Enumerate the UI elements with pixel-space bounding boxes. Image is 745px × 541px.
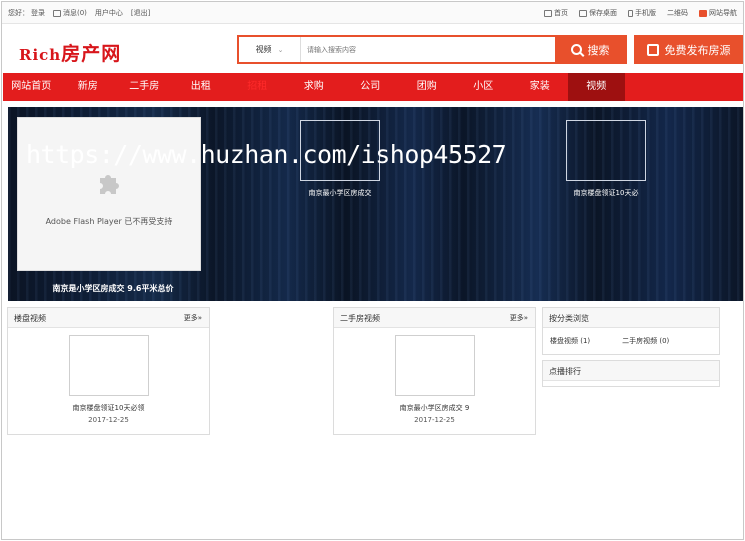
mail-icon: [53, 9, 61, 17]
monitor-icon: [579, 9, 587, 17]
menu-icon: [699, 9, 707, 17]
banner-thumb-caption-1[interactable]: 南京最小学区房成交: [290, 188, 390, 198]
greeting-text: 您好： 登录: [8, 8, 45, 18]
login-link[interactable]: 登录: [31, 8, 45, 18]
nav-item-community[interactable]: 小区: [455, 73, 512, 101]
edit-icon: [646, 43, 659, 56]
more-link[interactable]: 更多»: [184, 313, 202, 323]
panel-title: 二手房视频: [340, 314, 380, 323]
video-date: 2017-12-25: [414, 416, 455, 424]
mobile-link[interactable]: 手机版: [628, 8, 656, 18]
home-icon: [544, 9, 552, 17]
site-nav-label: 网站导航: [709, 9, 737, 17]
estate-video-panel: 楼盘视频 更多» 南京楼盘领证10天必领 2017-12-25: [7, 307, 210, 435]
search-input[interactable]: [301, 37, 555, 62]
user-center-link[interactable]: 用户中心: [95, 8, 123, 18]
nav-item-lease[interactable]: 招租: [229, 73, 286, 101]
site-logo[interactable]: Rich房产网: [19, 39, 121, 66]
save-desktop-link[interactable]: 保存桌面: [579, 8, 617, 18]
save-desktop-label: 保存桌面: [589, 9, 617, 17]
video-banner: Adobe Flash Player 已不再受支持 南京是小学区房成交 9.6平…: [8, 107, 743, 301]
video-thumbnail[interactable]: [395, 335, 475, 396]
publish-button-label: 免费发布房源: [664, 43, 731, 57]
site-nav-link[interactable]: 网站导航: [699, 8, 737, 18]
search-category-value: 视频: [255, 45, 272, 54]
publish-button[interactable]: 免费发布房源: [634, 35, 743, 64]
category-list: 楼盘视频 (1) 二手房视频 (0): [550, 336, 669, 346]
more-link[interactable]: 更多»: [510, 313, 528, 323]
video-title[interactable]: 南京最小学区房成交 9: [334, 403, 535, 413]
category-estate-video[interactable]: 楼盘视频 (1): [550, 336, 590, 346]
panel-title: 楼盘视频: [14, 314, 46, 323]
phone-icon: [628, 9, 633, 17]
search-category-select[interactable]: 视频 ⌄: [239, 37, 301, 62]
secondhand-video-panel: 二手房视频 更多» 南京最小学区房成交 9 2017-12-25: [333, 307, 536, 435]
search-bar: 视频 ⌄ 搜索: [237, 35, 627, 64]
category-browse-panel: 按分类浏览 楼盘视频 (1) 二手房视频 (0): [542, 307, 720, 355]
nav-item-rent[interactable]: 出租: [173, 73, 230, 101]
video-date: 2017-12-25: [88, 416, 129, 424]
top-bar: 您好： 登录 消息(0) 用户中心 [退出] 首页 保存桌面 手机版 二维码 网站…: [2, 2, 743, 24]
logo-text: 房产网: [61, 43, 122, 65]
messages-link[interactable]: 消息(0): [53, 8, 87, 18]
video-thumbnail[interactable]: [69, 335, 149, 396]
logout-link[interactable]: [退出]: [131, 8, 150, 18]
home-link[interactable]: 首页: [544, 8, 568, 18]
banner-thumb-caption-2[interactable]: 南京楼盘领证10天必: [556, 188, 656, 198]
puzzle-icon: [100, 175, 119, 194]
nav-item-video[interactable]: 视频: [568, 73, 625, 101]
nav-item-home[interactable]: 网站首页: [3, 73, 60, 101]
nav-item-group-buy[interactable]: 团购: [399, 73, 456, 101]
nav-item-secondhand[interactable]: 二手房: [116, 73, 173, 101]
nav-item-new-house[interactable]: 新房: [60, 73, 117, 101]
search-icon: [570, 44, 582, 55]
banner-thumb-2[interactable]: [566, 120, 646, 181]
chevron-down-icon: ⌄: [277, 45, 284, 54]
mobile-label: 手机版: [635, 9, 656, 17]
search-button-label: 搜索: [587, 43, 610, 57]
panel-header: 按分类浏览: [543, 308, 719, 328]
video-title[interactable]: 南京楼盘领证10天必领: [8, 403, 209, 413]
panel-title: 按分类浏览: [549, 314, 589, 323]
nav-item-wanted[interactable]: 求购: [286, 73, 343, 101]
logo-prefix: Rich: [19, 46, 62, 64]
watermark-text: https://www.huzhan.com/ishop45527: [26, 140, 507, 169]
banner-main-caption[interactable]: 南京是小学区房成交 9.6平米总价: [18, 283, 208, 294]
messages-label: 消息(0): [63, 9, 87, 17]
flash-unsupported-message: Adobe Flash Player 已不再受支持: [45, 217, 173, 226]
page-frame: 您好： 登录 消息(0) 用户中心 [退出] 首页 保存桌面 手机版 二维码 网站…: [1, 1, 744, 540]
category-secondhand-video[interactable]: 二手房视频 (0): [622, 336, 669, 346]
panel-header: 二手房视频 更多»: [334, 308, 535, 328]
panel-title: 点播排行: [549, 367, 581, 376]
panel-header: 点播排行: [543, 361, 719, 381]
qrcode-link[interactable]: 二维码: [667, 8, 688, 18]
nav-item-decoration[interactable]: 家装: [512, 73, 569, 101]
main-nav: 网站首页 新房 二手房 出租 招租 求购 公司 团购 小区 家装 视频: [3, 73, 743, 101]
ranking-panel: 点播排行: [542, 360, 720, 387]
panel-header: 楼盘视频 更多»: [8, 308, 209, 328]
nav-item-company[interactable]: 公司: [342, 73, 399, 101]
search-button[interactable]: 搜索: [555, 37, 625, 62]
home-label: 首页: [554, 9, 568, 17]
